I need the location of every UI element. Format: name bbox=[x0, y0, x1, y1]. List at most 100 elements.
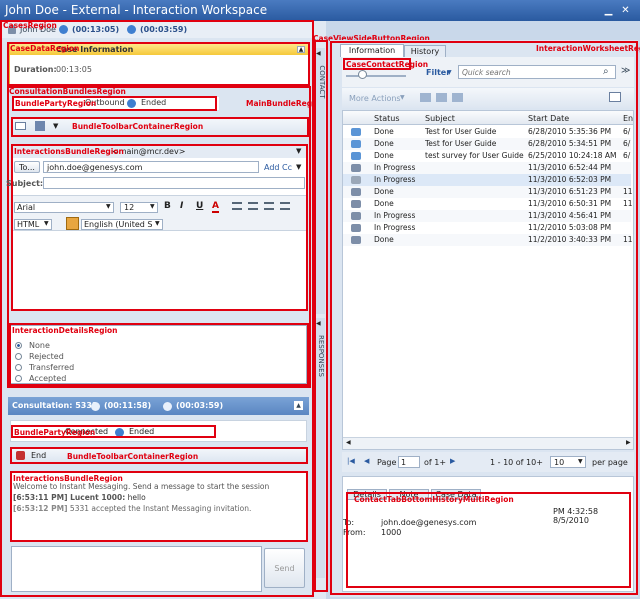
consult-party-region-label: BundlePartyRegion bbox=[14, 428, 96, 437]
chat-icon bbox=[351, 128, 361, 136]
cell-status: In Progress bbox=[374, 175, 416, 184]
more-actions-dropdown-icon[interactable]: ▼ bbox=[400, 94, 405, 101]
table-row[interactable]: In Progress 11/3/2010 6:52:03 PM bbox=[343, 174, 631, 186]
table-row[interactable]: Done Test for User Guide 6/28/2010 5:34:51… bbox=[343, 138, 631, 150]
table-scrollbar[interactable]: ◀ ▶ bbox=[343, 437, 633, 449]
close-button[interactable]: ✕ bbox=[620, 5, 631, 16]
table-row[interactable]: Done 11/3/2010 6:51:23 PM 11 bbox=[343, 186, 633, 198]
contact-bottom-region-outline bbox=[346, 492, 631, 588]
cell-end: 6/ bbox=[623, 139, 631, 148]
mail-reply-icon[interactable] bbox=[452, 93, 463, 102]
phone-icon bbox=[351, 224, 361, 232]
mail-forward-icon[interactable] bbox=[436, 93, 447, 102]
page-of: of 1+ bbox=[424, 458, 447, 467]
consultation-collapse-icon[interactable]: ▲ bbox=[294, 401, 303, 410]
filter-dropdown-icon[interactable]: ▼ bbox=[447, 69, 452, 76]
cell-end: 11 bbox=[623, 187, 633, 196]
cell-status: Done bbox=[374, 187, 394, 196]
folder-icon[interactable] bbox=[420, 93, 431, 102]
layout-icon[interactable] bbox=[609, 92, 621, 102]
col-subject[interactable]: Subject bbox=[425, 114, 455, 123]
slider-handle[interactable] bbox=[358, 70, 367, 79]
table-row[interactable]: Done Test for User Guide 6/28/2010 5:35:36… bbox=[343, 126, 631, 138]
col-start-date[interactable]: Start Date bbox=[528, 114, 569, 123]
actions-toolbar: More Actions ▼ bbox=[342, 88, 634, 108]
page-label: Page bbox=[377, 458, 397, 467]
cell-start: 11/3/2010 6:50:31 PM bbox=[528, 199, 612, 208]
cell-end: 11 bbox=[623, 199, 633, 208]
next-page-icon[interactable]: ▶ bbox=[450, 457, 455, 465]
tab-history[interactable]: History bbox=[404, 45, 446, 57]
bundle-toolbar-region-label: BundleToolbarContainerRegion bbox=[72, 122, 204, 131]
cell-end: 11 bbox=[623, 235, 633, 244]
phone-icon bbox=[351, 200, 361, 208]
phone-icon bbox=[163, 402, 172, 411]
expand-icon[interactable]: ≫ bbox=[621, 66, 630, 76]
col-end[interactable]: En bbox=[623, 114, 633, 123]
table-row[interactable]: In Progress 11/2/2010 5:03:08 PM bbox=[343, 222, 631, 234]
cell-subject: test survey for User Guide bbox=[425, 151, 524, 160]
cell-end: 6/ bbox=[623, 151, 631, 160]
contact-bottom-region-label: ContactTabBottomHistoryMultiRegion bbox=[354, 495, 514, 504]
minimize-button[interactable]: ▁ bbox=[603, 5, 614, 16]
scroll-left-icon[interactable]: ◀ bbox=[346, 439, 351, 446]
cell-status: Done bbox=[374, 151, 394, 160]
table-row[interactable]: In Progress 11/3/2010 4:56:41 PM bbox=[343, 210, 631, 222]
consultation-timer-1: (00:11:58) bbox=[104, 401, 152, 410]
cell-status: Done bbox=[374, 127, 394, 136]
scroll-right-icon[interactable]: ▶ bbox=[626, 439, 631, 446]
window-title-bar: John Doe - External - Interaction Worksp… bbox=[0, 0, 640, 21]
cell-status: In Progress bbox=[374, 163, 416, 172]
table-row[interactable]: In Progress 11/3/2010 6:52:44 PM bbox=[343, 162, 631, 174]
chat-input[interactable] bbox=[11, 546, 262, 592]
phone-icon bbox=[351, 188, 361, 196]
chat-icon bbox=[351, 152, 361, 160]
cell-start: 11/3/2010 6:51:23 PM bbox=[528, 187, 612, 196]
table-header: Status Subject Start Date En bbox=[343, 111, 633, 125]
consult-toolbar-region-label: BundleToolbarContainerRegion bbox=[67, 452, 199, 461]
case-contact-region-label: CaseContactRegion bbox=[346, 60, 429, 69]
cell-start: 6/28/2010 5:34:51 PM bbox=[528, 139, 612, 148]
cell-status: Done bbox=[374, 199, 394, 208]
phone-icon bbox=[351, 212, 361, 220]
side-button-region-outline bbox=[314, 40, 328, 592]
cell-start: 11/2/2010 5:03:08 PM bbox=[528, 223, 612, 232]
cell-status: Done bbox=[374, 235, 394, 244]
worksheet-region-label: InteractionWorksheetRegion bbox=[536, 44, 640, 53]
table-row[interactable]: Done test survey for User Guide 6/25/2010 … bbox=[343, 150, 631, 162]
phone-icon bbox=[351, 164, 361, 172]
window-title: John Doe - External - Interaction Worksp… bbox=[5, 3, 268, 17]
cell-subject: Test for User Guide bbox=[425, 127, 497, 136]
cell-start: 11/3/2010 6:52:03 PM bbox=[528, 175, 612, 184]
cell-status: Done bbox=[374, 139, 394, 148]
cases-region-label: CasesRegion bbox=[3, 21, 57, 30]
consultation-header: Consultation: 5331 (00:11:58) (00:03:59)… bbox=[8, 397, 309, 415]
more-actions-button[interactable]: More Actions bbox=[349, 94, 401, 103]
cell-start: 11/2/2010 3:40:33 PM bbox=[528, 235, 612, 244]
email-bundle-region-label: InteractionsBundleRegion bbox=[14, 147, 124, 156]
pager: |◀ ◀ Page 1 of 1+ ▶ 1 - 10 of 10+ 10 ▼ p… bbox=[342, 452, 634, 472]
page-input[interactable]: 1 bbox=[398, 456, 420, 468]
per-page-label: per page bbox=[592, 458, 628, 467]
tab-information[interactable]: Information bbox=[340, 44, 404, 57]
slider-track bbox=[346, 75, 406, 77]
interaction-details-region-label: InteractionDetailsRegion bbox=[12, 326, 118, 335]
search-icon[interactable]: ⌕ bbox=[603, 66, 609, 77]
consultation-title: Consultation: 5331 bbox=[12, 401, 98, 410]
chat-bundle-region-label: InteractionsBundleRegion bbox=[13, 474, 123, 483]
cell-start: 11/3/2010 6:52:44 PM bbox=[528, 163, 612, 172]
table-row[interactable]: Done 11/3/2010 6:50:31 PM 11 bbox=[343, 198, 633, 210]
quick-search-input[interactable] bbox=[458, 65, 616, 79]
cell-start: 6/25/2010 10:24:18 AM bbox=[528, 151, 617, 160]
first-page-icon[interactable]: |◀ bbox=[347, 457, 355, 465]
col-status[interactable]: Status bbox=[374, 114, 400, 123]
per-page-dropdown-icon[interactable]: ▼ bbox=[578, 458, 583, 465]
cell-subject: Test for User Guide bbox=[425, 139, 497, 148]
table-row[interactable]: Done 11/2/2010 3:40:33 PM 11 bbox=[343, 234, 633, 246]
cell-status: In Progress bbox=[374, 223, 416, 232]
send-button[interactable]: Send bbox=[264, 548, 305, 588]
prev-page-icon[interactable]: ◀ bbox=[364, 457, 369, 465]
chat-icon bbox=[91, 402, 100, 411]
phone-icon bbox=[351, 236, 361, 244]
history-table: Status Subject Start Date En Done Test fo… bbox=[342, 110, 634, 450]
